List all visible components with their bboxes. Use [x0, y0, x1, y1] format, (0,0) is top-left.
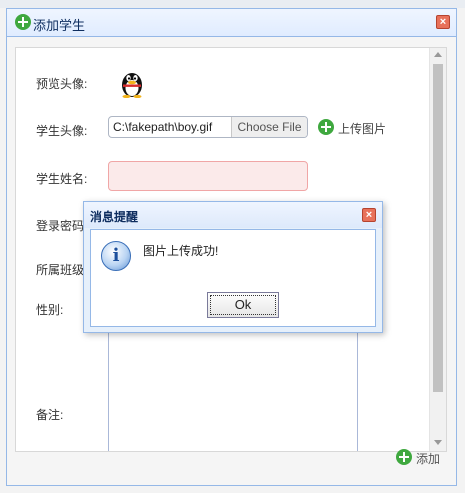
- plus-circle-icon: [395, 449, 412, 465]
- add-button[interactable]: 添加: [395, 449, 440, 467]
- ok-button[interactable]: Ok: [207, 292, 279, 318]
- file-path-text: C:\fakepath\boy.gif: [113, 120, 213, 134]
- background-top: [0, 0, 465, 8]
- close-icon[interactable]: ×: [436, 15, 450, 29]
- gender-label: 性别:: [36, 303, 64, 317]
- message-alert-window: 消息提醒 × i 图片上传成功! Ok: [83, 201, 383, 333]
- close-icon[interactable]: ×: [362, 208, 376, 222]
- scroll-up-icon[interactable]: [434, 52, 442, 57]
- password-label: 登录密码: [36, 219, 85, 233]
- upload-image-label: 上传图片: [338, 122, 387, 136]
- plus-circle-icon: [15, 14, 31, 30]
- scroll-thumb[interactable]: [433, 64, 443, 392]
- avatar-file-input[interactable]: C:\fakepath\boy.gif Choose File: [108, 116, 308, 138]
- info-icon: i: [101, 241, 131, 271]
- student-name-input[interactable]: [108, 161, 308, 191]
- student-name-label: 学生姓名:: [36, 172, 88, 186]
- upload-image-button[interactable]: 上传图片: [318, 119, 387, 137]
- preview-avatar-label: 预览头像:: [36, 77, 88, 91]
- remarks-label: 备注:: [36, 408, 64, 422]
- message-text: 图片上传成功!: [143, 244, 219, 258]
- scroll-down-icon[interactable]: [434, 440, 442, 445]
- choose-file-button[interactable]: Choose File: [231, 117, 307, 137]
- form-scrollbar[interactable]: [429, 48, 446, 451]
- class-label: 所属班级: [36, 263, 85, 277]
- message-header[interactable]: 消息提醒 ×: [84, 202, 382, 228]
- student-avatar-label: 学生头像:: [36, 124, 88, 138]
- penguin-avatar-icon: [122, 73, 142, 98]
- add-button-label: 添加: [415, 452, 440, 466]
- message-body: i 图片上传成功! Ok: [90, 229, 376, 327]
- plus-circle-icon: [318, 119, 334, 135]
- message-title: 消息提醒: [90, 210, 139, 224]
- dialog-header[interactable]: 添加学生 ×: [7, 9, 456, 37]
- dialog-title: 添加学生: [33, 18, 86, 33]
